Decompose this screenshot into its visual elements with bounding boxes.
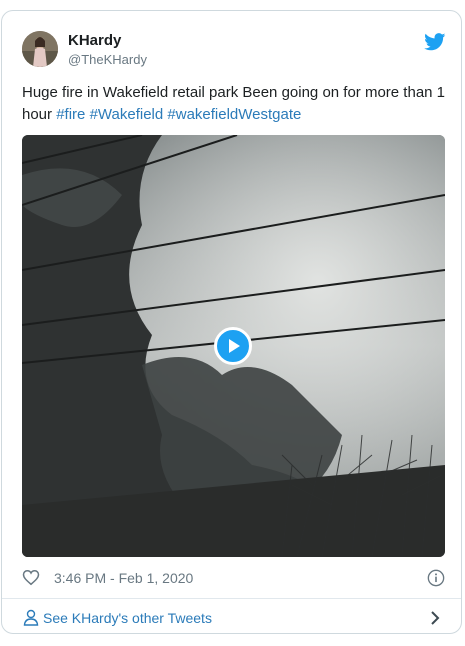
play-button[interactable] bbox=[214, 327, 252, 365]
embedded-tweet-card: KHardy @TheKHardy Huge fire in Wakefield… bbox=[1, 10, 462, 634]
hashtag-wakefield[interactable]: #Wakefield bbox=[90, 106, 164, 123]
tweet-timestamp[interactable]: 3:46 PM - Feb 1, 2020 bbox=[54, 569, 193, 587]
info-icon[interactable] bbox=[427, 569, 445, 587]
hashtag-wakefield-westgate[interactable]: #wakefieldWestgate bbox=[167, 106, 301, 123]
twitter-bird-icon[interactable] bbox=[424, 33, 446, 51]
play-icon bbox=[229, 339, 240, 353]
avatar[interactable] bbox=[22, 31, 58, 67]
person-icon bbox=[23, 609, 39, 626]
chevron-right-icon[interactable] bbox=[429, 610, 441, 626]
video-thumbnail[interactable] bbox=[22, 135, 445, 557]
hashtag-fire[interactable]: #fire bbox=[56, 106, 85, 123]
tweet-meta-row: 3:46 PM - Feb 1, 2020 bbox=[22, 568, 447, 588]
tweet-text: Huge fire in Wakefield retail park Been … bbox=[22, 82, 447, 126]
author-name[interactable]: KHardy bbox=[68, 32, 121, 50]
heart-icon[interactable] bbox=[22, 569, 40, 586]
author-handle[interactable]: @TheKHardy bbox=[68, 52, 147, 68]
see-other-tweets-link[interactable]: See KHardy's other Tweets bbox=[2, 599, 461, 633]
see-other-tweets-label[interactable]: See KHardy's other Tweets bbox=[43, 609, 212, 627]
